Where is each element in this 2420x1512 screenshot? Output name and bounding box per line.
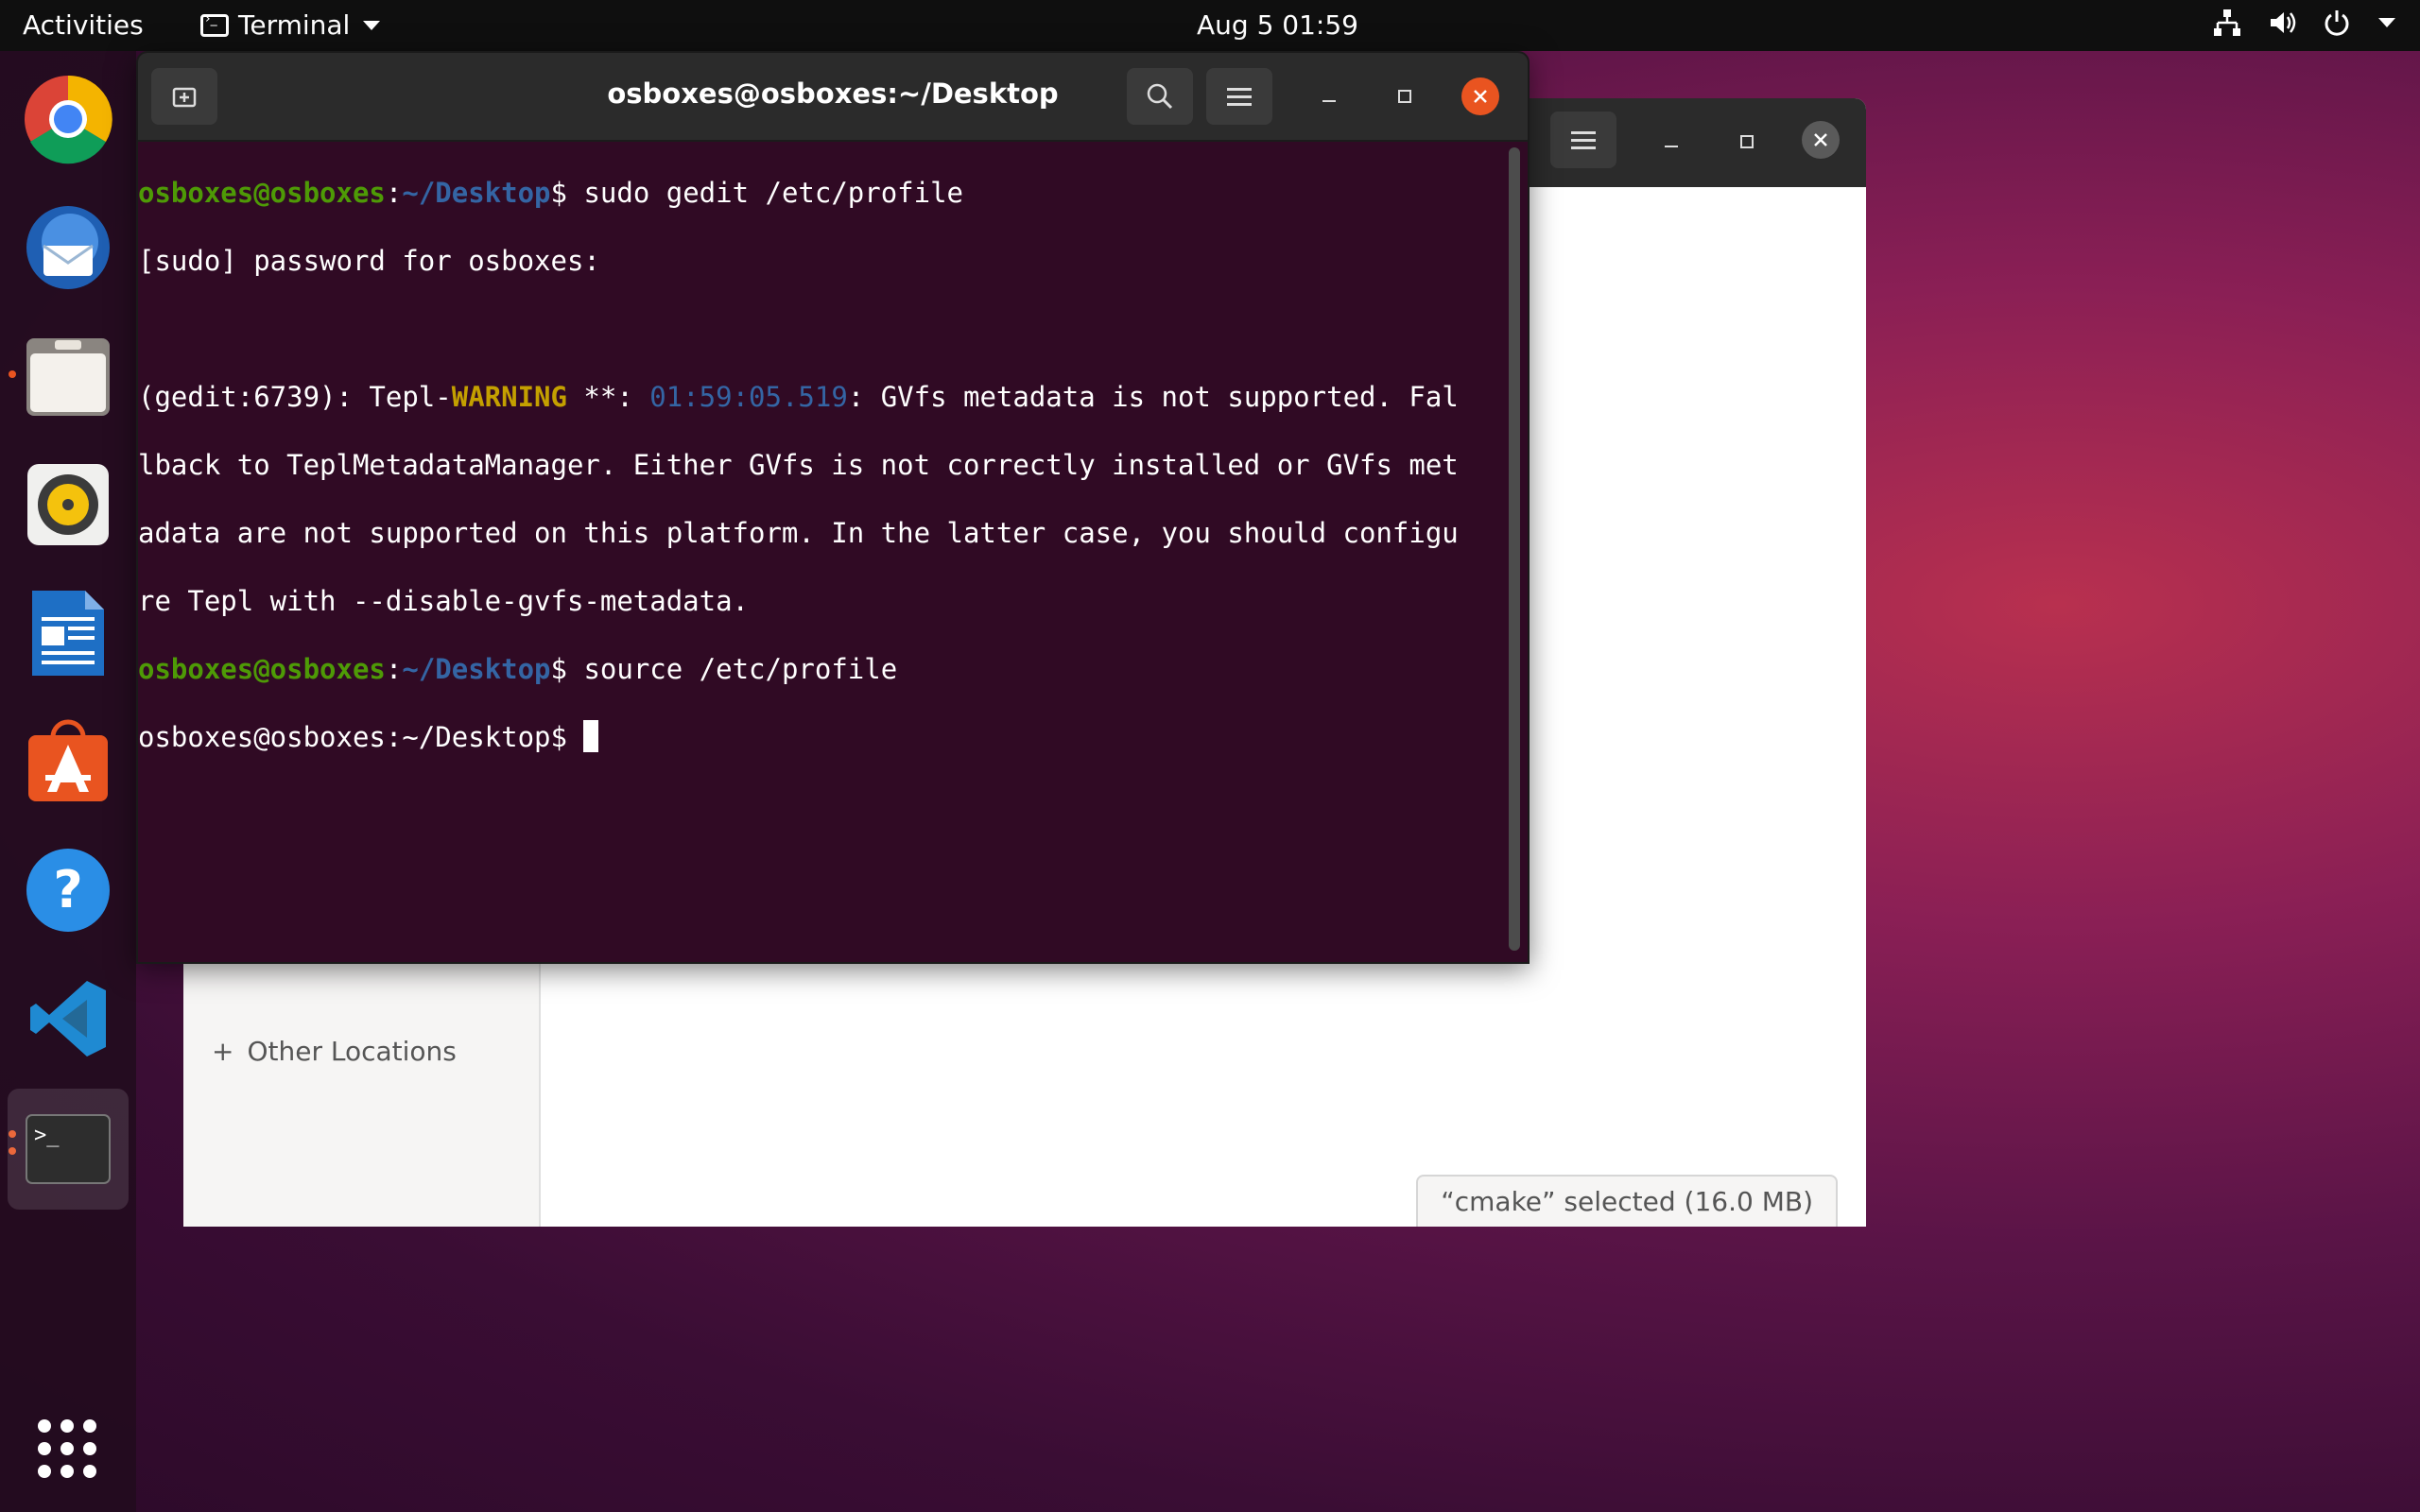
search-button[interactable] xyxy=(1127,68,1193,125)
app-menu-label: Terminal xyxy=(238,9,351,41)
terminal-icon xyxy=(200,11,229,37)
dock-item-rhythmbox[interactable] xyxy=(21,457,115,552)
writer-icon xyxy=(32,591,104,676)
terminal-line: osboxes@osboxes:~/Desktop$ xyxy=(138,720,1499,754)
fm-maximize-button[interactable] xyxy=(1728,123,1766,161)
fm-menu-button[interactable] xyxy=(1550,112,1616,168)
clock[interactable]: Aug 5 01:59 xyxy=(1197,9,1358,41)
caret-down-icon xyxy=(363,20,381,30)
terminal-line: osboxes@osboxes:~/Desktop$ source /etc/p… xyxy=(138,653,898,685)
running-indicator xyxy=(9,370,16,378)
maximize-icon xyxy=(1398,90,1411,103)
power-icon[interactable] xyxy=(2322,8,2352,38)
dock-item-writer[interactable] xyxy=(21,586,115,680)
dock-item-help[interactable]: ? xyxy=(21,843,115,937)
close-icon xyxy=(1814,133,1827,146)
terminal-line: re Tepl with --disable-gvfs-metadata. xyxy=(138,585,750,617)
close-button[interactable] xyxy=(1461,77,1499,115)
thunderbird-icon xyxy=(26,206,110,289)
terminal-window[interactable]: osboxes@osboxes:~/Desktop osboxes@osboxe… xyxy=(136,51,1530,964)
app-menu[interactable]: Terminal xyxy=(200,9,381,41)
minimize-icon xyxy=(1322,100,1336,102)
svg-text:>_: >_ xyxy=(34,1124,60,1147)
minimize-button[interactable] xyxy=(1310,77,1348,115)
hamburger-icon xyxy=(1227,88,1252,106)
selection-status: “cmake” selected (16.0 MB) xyxy=(1416,1175,1838,1227)
terminal-output[interactable]: osboxes@osboxes:~/Desktop$ sudo gedit /e… xyxy=(138,142,1499,962)
dock-item-vscode[interactable] xyxy=(21,971,115,1066)
help-icon: ? xyxy=(26,849,110,932)
dock-item-terminal[interactable]: >_ xyxy=(8,1089,129,1210)
sidebar-item-other-locations[interactable]: + Other Locations xyxy=(212,1036,457,1067)
dock-item-ubuntu-software[interactable] xyxy=(21,714,115,809)
scrollbar[interactable] xyxy=(1509,147,1520,951)
system-tray[interactable] xyxy=(2212,8,2397,38)
dock-item-chrome[interactable] xyxy=(21,72,115,166)
files-icon xyxy=(26,338,110,416)
dock-item-thunderbird[interactable] xyxy=(21,200,115,295)
close-icon xyxy=(1474,90,1487,103)
network-icon[interactable] xyxy=(2212,8,2242,38)
plus-icon: + xyxy=(212,1036,234,1067)
menu-button[interactable] xyxy=(1206,68,1272,125)
terminal-line: lback to TeplMetadataManager. Either GVf… xyxy=(138,449,1459,481)
search-icon xyxy=(1147,83,1173,110)
terminal-headerbar: osboxes@osboxes:~/Desktop xyxy=(138,53,1528,142)
terminal-line: [sudo] password for osboxes: xyxy=(138,245,600,277)
dock-item-files[interactable] xyxy=(21,329,115,423)
vscode-icon xyxy=(30,981,106,1057)
minimize-icon xyxy=(1665,146,1678,147)
terminal-line: adata are not supported on this platform… xyxy=(138,517,1459,549)
terminal-app-icon: >_ xyxy=(26,1114,111,1184)
activities-button[interactable]: Activities xyxy=(23,9,144,41)
apps-grid-icon xyxy=(38,1419,96,1478)
rhythmbox-icon xyxy=(27,464,109,545)
fm-close-button[interactable] xyxy=(1802,121,1840,159)
fm-minimize-button[interactable] xyxy=(1652,123,1690,161)
text-cursor xyxy=(583,720,599,752)
chevron-down-icon[interactable] xyxy=(2377,16,2397,29)
terminal-line: (gedit:6739): Tepl-WARNING **: 01:59:05.… xyxy=(138,381,1459,413)
top-bar: Activities Terminal Aug 5 01:59 xyxy=(0,0,2420,51)
hamburger-icon xyxy=(1571,131,1596,149)
show-apps-button[interactable] xyxy=(36,1418,98,1484)
volume-icon[interactable] xyxy=(2267,8,2297,38)
maximize-icon xyxy=(1740,135,1754,148)
ubuntu-software-icon xyxy=(28,719,108,801)
dock: ? >_ xyxy=(0,51,136,1512)
chrome-icon xyxy=(25,75,112,164)
maximize-button[interactable] xyxy=(1386,77,1424,115)
svg-text:?: ? xyxy=(53,860,82,919)
terminal-line: osboxes@osboxes:~/Desktop$ sudo gedit /e… xyxy=(138,177,964,209)
